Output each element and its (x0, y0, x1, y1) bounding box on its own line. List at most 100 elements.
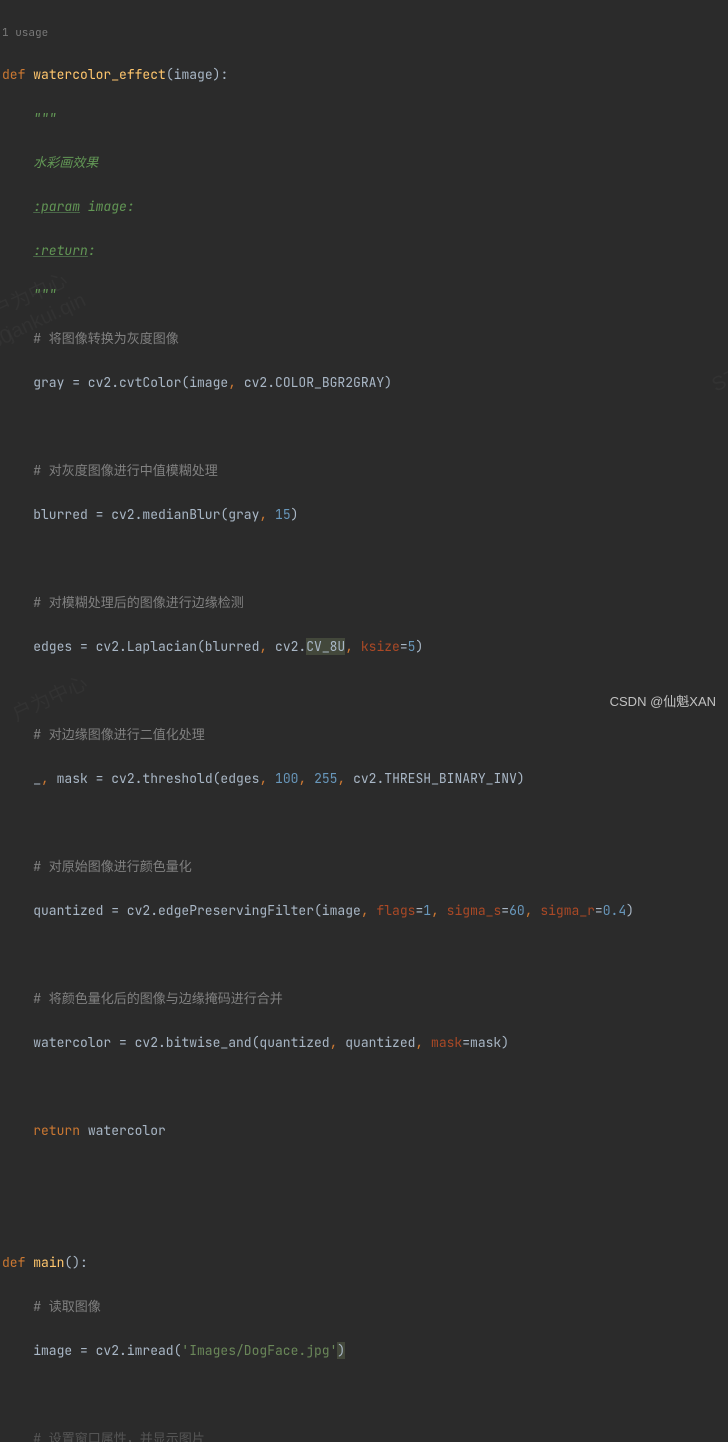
paren-open: ( (166, 66, 174, 83)
comment: # 设置窗口属性，并显示图片 (33, 1430, 205, 1442)
caret-highlight: ) (337, 1342, 345, 1359)
code: edges = cv2.Laplacian(blurred (33, 638, 259, 655)
eq: = (595, 902, 603, 919)
blank-line[interactable] (2, 1384, 728, 1406)
code: cv2.COLOR_BGR2GRAY) (244, 374, 392, 391)
comment: # 对边缘图像进行二值化处理 (33, 726, 205, 743)
code: =mask) (462, 1034, 509, 1051)
number: 1 (423, 902, 431, 919)
fn-name: main (33, 1254, 64, 1271)
comma: , (259, 770, 275, 787)
comment-line[interactable]: # 读取图像 (2, 1296, 728, 1318)
keyword-def: def (2, 1254, 25, 1271)
kwarg: ksize (361, 638, 400, 655)
code: _ (33, 770, 41, 787)
code: blurred = cv2.medianBlur(gray (33, 506, 259, 523)
code: gray = cv2.cvtColor(image (33, 374, 228, 391)
comment-line[interactable]: # 对灰度图像进行中值模糊处理 (2, 460, 728, 482)
comment: # 读取图像 (33, 1298, 101, 1315)
blank-line[interactable] (2, 680, 728, 702)
comma: , (345, 638, 361, 655)
number: 100 (275, 770, 298, 787)
eq: = (501, 902, 509, 919)
kwarg: flags (376, 902, 415, 919)
code: quantized = cv2.edgePreservingFilter(ima… (33, 902, 361, 919)
code-line[interactable]: image = cv2.imread('Images/DogFace.jpg') (2, 1340, 728, 1362)
docstring-return[interactable]: :return: (2, 240, 728, 262)
comma: , (415, 1034, 431, 1051)
code: watercolor = cv2.bitwise_and(quantized (33, 1034, 329, 1051)
code-line[interactable]: blurred = cv2.medianBlur(gray, 15) (2, 504, 728, 526)
doc-param-rest: image: (80, 198, 135, 215)
number: 60 (509, 902, 525, 919)
return-val: watercolor (80, 1122, 166, 1139)
kwarg: sigma_r (540, 902, 595, 919)
comma: , (41, 770, 57, 787)
keyword-def: def (2, 66, 25, 83)
number: 0.4 (603, 902, 626, 919)
blank-line[interactable] (2, 812, 728, 834)
code-line[interactable]: edges = cv2.Laplacian(blurred, cv2.CV_8U… (2, 636, 728, 658)
paren: ) (291, 506, 299, 523)
code-line[interactable]: gray = cv2.cvtColor(image, cv2.COLOR_BGR… (2, 372, 728, 394)
docstring-close[interactable]: """ (2, 284, 728, 306)
comment-line[interactable]: # 对原始图像进行颜色量化 (2, 856, 728, 878)
comma: , (525, 902, 541, 919)
blank-line[interactable] (2, 1076, 728, 1098)
comment-line[interactable]: # 设置窗口属性，并显示图片 (2, 1428, 728, 1442)
code-editor[interactable]: 1 usage def watercolor_effect(image): ""… (0, 0, 728, 1442)
code: image = cv2.imread( (33, 1342, 181, 1359)
comma: , (259, 638, 275, 655)
comment-line[interactable]: # 对边缘图像进行二值化处理 (2, 724, 728, 746)
paren: ) (415, 638, 423, 655)
comma: , (298, 770, 314, 787)
fn-sig: (): (64, 1254, 87, 1271)
docstring-param[interactable]: :param image: (2, 196, 728, 218)
highlighted-symbol: CV_8U (306, 638, 345, 655)
docstring-open[interactable]: """ (2, 108, 728, 130)
eq: = (415, 902, 423, 919)
return-line[interactable]: return watercolor (2, 1120, 728, 1142)
string-literal: 'Images/DogFace.jpg' (181, 1342, 337, 1359)
comma: , (330, 1034, 346, 1051)
docstring-quotes: """ (33, 110, 56, 127)
number: 15 (275, 506, 291, 523)
docstring-desc[interactable]: 水彩画效果 (2, 152, 728, 174)
comment: # 对灰度图像进行中值模糊处理 (33, 462, 218, 479)
comment-line[interactable]: # 对模糊处理后的图像进行边缘检测 (2, 592, 728, 614)
blank-line[interactable] (2, 548, 728, 570)
comment: # 对原始图像进行颜色量化 (33, 858, 192, 875)
usage-hint: 1 usage (2, 22, 728, 42)
comma: , (259, 506, 275, 523)
fn-def-line[interactable]: def main(): (2, 1252, 728, 1274)
comma: , (228, 374, 244, 391)
code-line[interactable]: _, mask = cv2.threshold(edges, 100, 255,… (2, 768, 728, 790)
comment: # 将颜色量化后的图像与边缘掩码进行合并 (33, 990, 283, 1007)
fn-def-line[interactable]: def watercolor_effect(image): (2, 64, 728, 86)
paren-close: ): (213, 66, 229, 83)
blank-line[interactable] (2, 1208, 728, 1230)
paren: ) (626, 902, 634, 919)
comment-line[interactable]: # 将图像转换为灰度图像 (2, 328, 728, 350)
blank-line[interactable] (2, 944, 728, 966)
blank-line[interactable] (2, 1164, 728, 1186)
comma: , (361, 902, 377, 919)
doc-param-kw: :param (33, 198, 80, 215)
code: cv2. (275, 638, 306, 655)
code-line[interactable]: quantized = cv2.edgePreservingFilter(ima… (2, 900, 728, 922)
doc-return-kw: :return (33, 242, 88, 259)
keyword-return: return (33, 1122, 80, 1139)
eq: = (400, 638, 408, 655)
kwarg: sigma_s (447, 902, 502, 919)
param: image (174, 66, 213, 83)
comment: # 将图像转换为灰度图像 (33, 330, 179, 347)
code: mask = cv2.threshold(edges (57, 770, 260, 787)
fn-name: watercolor_effect (33, 66, 166, 83)
blank-line[interactable] (2, 416, 728, 438)
code-line[interactable]: watercolor = cv2.bitwise_and(quantized, … (2, 1032, 728, 1054)
code: cv2.THRESH_BINARY_INV) (353, 770, 525, 787)
code: quantized (345, 1034, 415, 1051)
comment-line[interactable]: # 将颜色量化后的图像与边缘掩码进行合并 (2, 988, 728, 1010)
kwarg: mask (431, 1034, 462, 1051)
number: 255 (314, 770, 337, 787)
